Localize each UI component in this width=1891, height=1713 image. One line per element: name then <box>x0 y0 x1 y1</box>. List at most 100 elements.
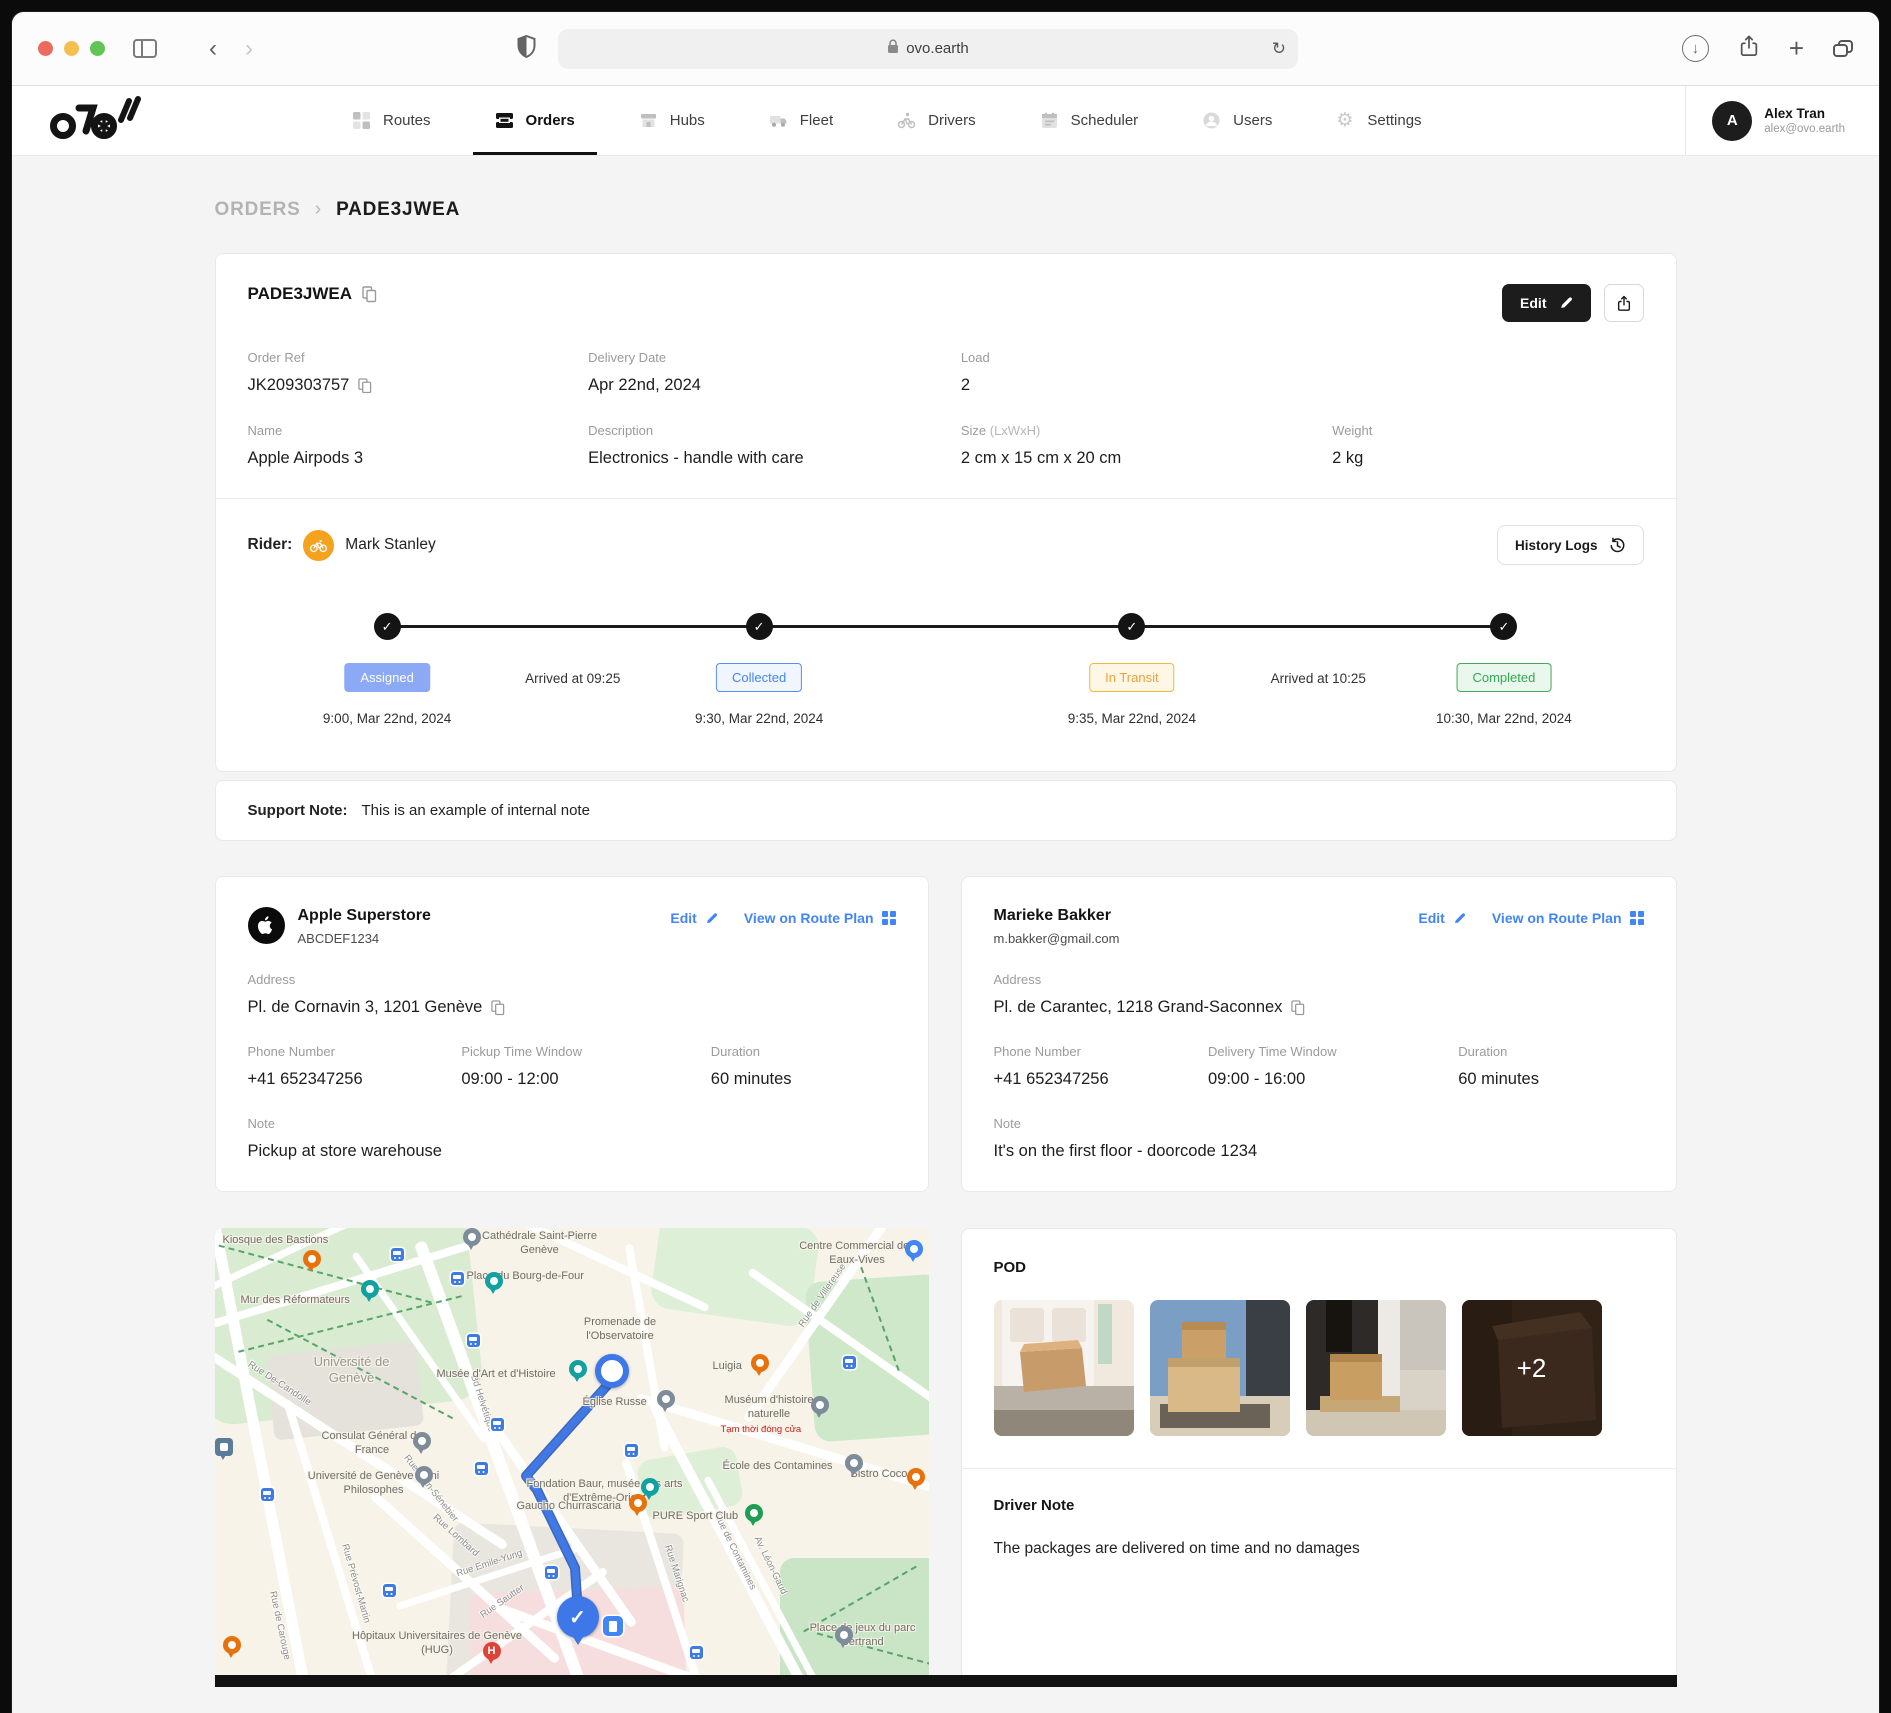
rider-name: Mark Stanley <box>345 536 435 554</box>
edit-order-button[interactable]: Edit <box>1502 284 1590 322</box>
map-marker-school <box>845 1454 863 1472</box>
status-badge-completed: Completed <box>1456 663 1551 692</box>
support-note-text: This is an example of internal note <box>361 802 589 819</box>
share-icon[interactable] <box>1738 33 1760 64</box>
map-label: École des Contamines <box>723 1460 833 1474</box>
map-marker-museum <box>641 1478 659 1496</box>
map-label: Luigia <box>713 1360 742 1374</box>
map-marker-restaurant <box>907 1468 925 1486</box>
url-text: ovo.earth <box>906 40 969 57</box>
rider-avatar-bike-icon <box>303 530 334 561</box>
order-timeline: ✓ ✓ ✓ ✓ Assigned Collected In Transit Co… <box>248 579 1644 737</box>
map-label: Tạm thời đóng cửa <box>721 1424 802 1436</box>
ovo-logo[interactable] <box>48 95 142 146</box>
edit-pickup-link[interactable]: Edit <box>670 910 717 926</box>
map-marker-transit <box>475 1462 488 1475</box>
timeline-date: 9:00, Mar 22nd, 2024 <box>323 711 451 726</box>
copy-icon[interactable] <box>362 286 377 303</box>
map-marker-museum <box>569 1360 587 1378</box>
browser-toolbar: ‹ › ovo.earth ↻ ↓ + <box>12 12 1879 86</box>
pod-photo-more[interactable]: +2 <box>1462 1300 1602 1436</box>
back-button[interactable]: ‹ <box>195 37 231 61</box>
user-name: Alex Tran <box>1764 106 1845 121</box>
routes-icon <box>352 111 371 130</box>
address-bar[interactable]: ovo.earth ↻ <box>558 29 1298 69</box>
app-navbar: Routes Orders Hubs Fleet Drivers Schedul… <box>12 86 1879 156</box>
nav-item-scheduler[interactable]: Scheduler <box>1010 86 1169 155</box>
view-route-plan-link[interactable]: View on Route Plan <box>744 910 896 926</box>
scheduler-icon <box>1040 111 1059 130</box>
map-label: Gaucho Churrascaria <box>517 1500 622 1514</box>
shield-icon[interactable] <box>517 35 536 63</box>
nav-item-users[interactable]: Users <box>1172 86 1302 155</box>
pod-title: POD <box>994 1259 1644 1276</box>
new-tab-icon[interactable]: + <box>1789 33 1804 64</box>
map-marker-transit <box>261 1488 274 1501</box>
close-window-button[interactable] <box>38 41 53 56</box>
map-label: PURE Sport Club <box>653 1510 739 1524</box>
timeline-date: 9:30, Mar 22nd, 2024 <box>695 711 823 726</box>
map-marker-attraction <box>485 1272 503 1290</box>
view-route-plan-link[interactable]: View on Route Plan <box>1492 910 1644 926</box>
map-marker-transit <box>625 1444 638 1457</box>
map-label: Promenade de l'Observatoire <box>563 1316 678 1344</box>
timeline-check-icon: ✓ <box>1490 613 1517 640</box>
edit-delivery-link[interactable]: Edit <box>1418 910 1465 926</box>
reload-icon[interactable]: ↻ <box>1272 39 1286 59</box>
recipient-email: m.bakker@gmail.com <box>994 931 1120 946</box>
timeline-date: 9:35, Mar 22nd, 2024 <box>1068 711 1196 726</box>
share-icon <box>1616 294 1632 313</box>
forward-button[interactable]: › <box>231 37 267 61</box>
delivery-time-window: Delivery Time Window 09:00 - 16:00 <box>1208 1044 1458 1089</box>
nav-label: Routes <box>383 112 431 129</box>
minimize-window-button[interactable] <box>64 41 79 56</box>
map-marker-restaurant <box>303 1250 321 1268</box>
user-profile[interactable]: A Alex Tran alex@ovo.earth <box>1685 86 1879 155</box>
downloads-icon[interactable]: ↓ <box>1682 35 1709 62</box>
pencil-icon <box>705 912 718 925</box>
nav-label: Scheduler <box>1071 112 1139 129</box>
nav-label: Settings <box>1367 112 1421 129</box>
share-order-button[interactable] <box>1604 284 1644 322</box>
driver-note-label: Driver Note <box>994 1497 1644 1514</box>
field-description: Description Electronics - handle with ca… <box>588 423 961 468</box>
drivers-icon <box>897 111 916 130</box>
history-logs-button[interactable]: History Logs <box>1497 525 1644 565</box>
breadcrumb-orders[interactable]: ORDERS <box>215 199 301 221</box>
nav-item-hubs[interactable]: Hubs <box>609 86 735 155</box>
pickup-card: Apple Superstore ABCDEF1234 Edit View on… <box>215 876 929 1192</box>
copy-icon[interactable] <box>358 378 372 394</box>
breadcrumb: ORDERS › PADE3JWEA <box>215 198 1677 221</box>
pod-photo[interactable] <box>1306 1300 1446 1436</box>
pod-card: POD +2 Driver <box>961 1228 1677 1687</box>
sidebar-toggle-icon[interactable] <box>133 39 157 58</box>
pickup-code: ABCDEF1234 <box>298 931 431 946</box>
map-label: Cathédrale Saint-Pierre Genève <box>465 1230 615 1258</box>
map-label: Kiosque des Bastions <box>223 1234 329 1248</box>
traffic-lights[interactable] <box>38 41 105 56</box>
map-marker-playground <box>835 1626 853 1644</box>
copy-icon[interactable] <box>491 1000 505 1016</box>
pod-photo[interactable] <box>994 1300 1134 1436</box>
route-destination-marker: ✓ <box>557 1596 599 1638</box>
nav-item-routes[interactable]: Routes <box>322 86 461 155</box>
timeline-check-icon: ✓ <box>1118 613 1145 640</box>
user-email: alex@ovo.earth <box>1764 123 1845 135</box>
field-load: Load 2 <box>961 350 1644 395</box>
route-map[interactable]: H ✓ Kiosque des Bastions Mur des Réforma… <box>215 1228 929 1687</box>
copy-icon[interactable] <box>1291 1000 1305 1016</box>
pod-photo[interactable] <box>1150 1300 1290 1436</box>
zoom-window-button[interactable] <box>90 41 105 56</box>
pencil-icon <box>1453 912 1466 925</box>
tab-overview-icon[interactable] <box>1833 40 1853 57</box>
nav-item-drivers[interactable]: Drivers <box>867 86 1006 155</box>
delivery-phone: Phone Number +41 652347256 <box>994 1044 1209 1089</box>
nav-item-fleet[interactable]: Fleet <box>739 86 863 155</box>
nav-label: Orders <box>526 112 575 129</box>
history-icon <box>1609 537 1626 554</box>
nav-item-orders[interactable]: Orders <box>465 86 605 155</box>
nav-item-settings[interactable]: ⚙ Settings <box>1306 86 1451 155</box>
map-marker-sport <box>745 1504 763 1522</box>
map-marker-attraction <box>361 1280 379 1298</box>
main-navigation: Routes Orders Hubs Fleet Drivers Schedul… <box>322 86 1452 155</box>
